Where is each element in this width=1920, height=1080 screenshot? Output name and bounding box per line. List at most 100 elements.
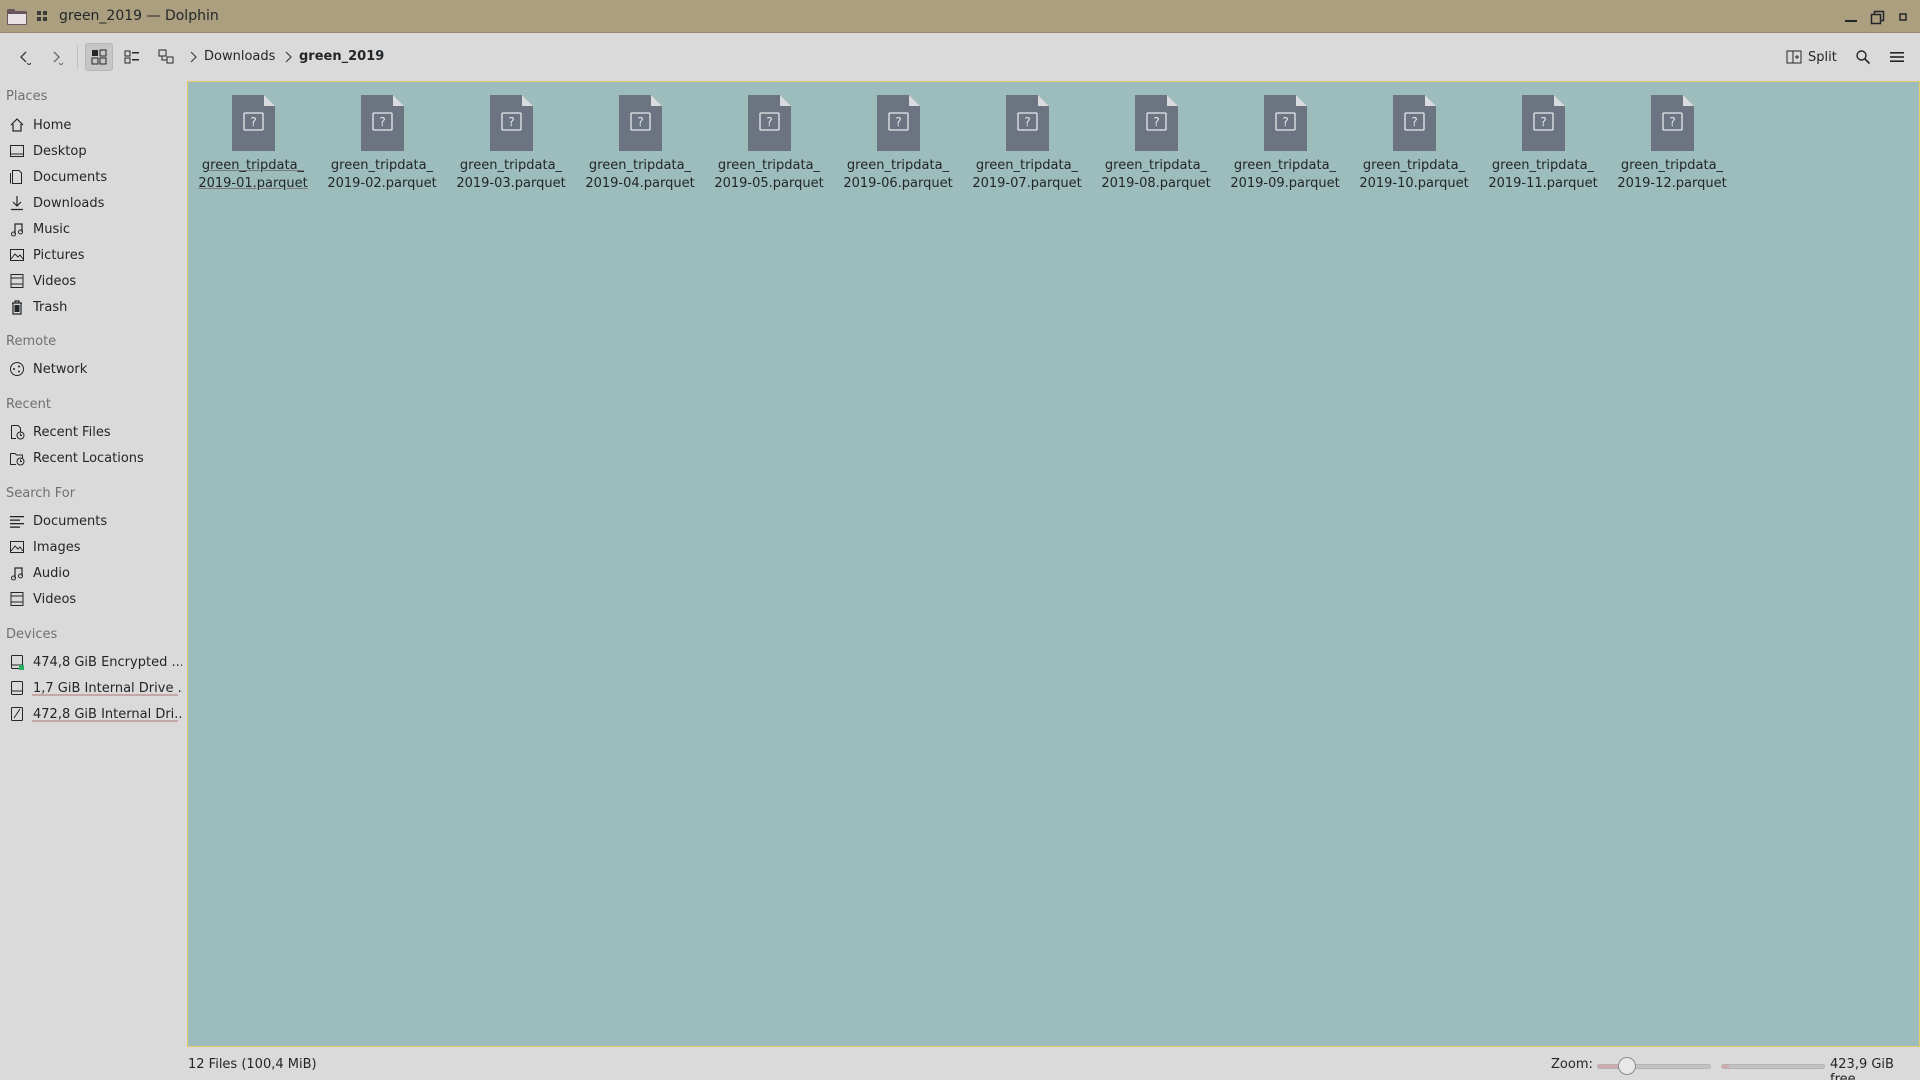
icons-view-button[interactable]	[85, 43, 113, 71]
section-heading-places: Places	[6, 89, 48, 104]
sidebar-item-recent-locations[interactable]: Recent Locations	[2, 446, 182, 470]
home-icon	[10, 118, 24, 132]
zoom-slider-handle[interactable]	[1617, 1057, 1636, 1075]
forward-button[interactable]	[42, 43, 70, 71]
unknown-file-icon: ?	[748, 95, 791, 151]
sidebar-item-device-internal-2[interactable]: 472,8 GiB Internal Dri...	[2, 702, 182, 726]
documents-icon	[10, 170, 22, 184]
downloads-icon	[11, 196, 23, 211]
desktop-icon	[10, 145, 24, 157]
compact-view-button[interactable]	[118, 43, 146, 71]
sidebar-item-label: Documents	[33, 169, 108, 185]
file-name: green_tripdata_ 2019-11.parquet	[1488, 158, 1598, 191]
app-menu-icon[interactable]	[36, 10, 49, 23]
sidebar-item-device-internal-1[interactable]: 1,7 GiB Internal Drive ...	[2, 676, 182, 700]
sidebar-item-label: Network	[33, 361, 88, 377]
trash-icon	[12, 300, 22, 315]
sidebar-item-network[interactable]: Network	[2, 357, 182, 381]
svg-text:?: ?	[1540, 115, 1546, 129]
sidebar-item-recent-files[interactable]: Recent Files	[2, 420, 182, 444]
search-images-icon	[10, 541, 24, 553]
svg-text:?: ?	[508, 115, 514, 129]
file-item[interactable]: ? green_tripdata_ 2019-04.parquet	[582, 94, 698, 194]
sidebar-item-label: Home	[33, 117, 72, 133]
sidebar-item-label: Documents	[33, 513, 108, 529]
breadcrumb-current[interactable]: green_2019	[299, 49, 384, 64]
unknown-file-icon: ?	[1264, 95, 1307, 151]
zoom-slider[interactable]	[1597, 1064, 1711, 1069]
unknown-file-icon: ?	[232, 95, 275, 151]
videos-icon	[10, 274, 24, 288]
file-name: green_tripdata_ 2019-08.parquet	[1101, 158, 1211, 191]
sidebar-item-desktop[interactable]: Desktop	[2, 139, 182, 163]
sidebar-item-trash[interactable]: Trash	[2, 295, 182, 319]
sidebar-item-label: Images	[33, 539, 81, 555]
file-item[interactable]: ? green_tripdata_ 2019-03.parquet	[453, 94, 569, 194]
sidebar-item-videos[interactable]: Videos	[2, 269, 182, 293]
section-heading-remote: Remote	[6, 334, 57, 349]
toolbar: Downloads green_2019 Split	[0, 34, 1920, 80]
internal-drive-icon	[11, 681, 23, 695]
back-button[interactable]	[10, 43, 38, 71]
file-item[interactable]: ? green_tripdata_ 2019-02.parquet	[324, 94, 440, 194]
sidebar-item-pictures[interactable]: Pictures	[2, 243, 182, 267]
device-usage-bar	[32, 720, 178, 722]
places-panel: Places Home Desktop Documents Downloads …	[0, 81, 186, 1046]
unknown-file-icon: ?	[1522, 95, 1565, 151]
sidebar-item-search-images[interactable]: Images	[2, 535, 182, 559]
file-item[interactable]: ? green_tripdata_ 2019-06.parquet	[840, 94, 956, 194]
search-documents-icon	[10, 516, 24, 528]
device-usage-bar	[32, 694, 178, 696]
file-item[interactable]: ? green_tripdata_ 2019-01.parquet	[195, 94, 311, 194]
file-item[interactable]: ? green_tripdata_ 2019-11.parquet	[1485, 94, 1601, 194]
compact-view-icon	[124, 50, 139, 64]
recent-locations-icon	[10, 453, 25, 466]
sidebar-item-label: Desktop	[33, 143, 87, 159]
close-icon[interactable]	[1894, 8, 1912, 26]
file-name: green_tripdata_ 2019-02.parquet	[327, 158, 437, 191]
sidebar-item-search-videos[interactable]: Videos	[2, 587, 182, 611]
sidebar-item-label: 474,8 GiB Encrypted ...	[33, 654, 182, 670]
minimize-icon[interactable]	[1842, 8, 1860, 26]
sidebar-item-music[interactable]: Music	[2, 217, 182, 241]
split-button[interactable]: Split	[1782, 43, 1842, 71]
split-view-icon	[1786, 50, 1802, 64]
file-name: green_tripdata_ 2019-07.parquet	[972, 158, 1082, 191]
sidebar-item-search-documents[interactable]: Documents	[2, 509, 182, 533]
search-button[interactable]	[1849, 43, 1877, 71]
sidebar-item-documents[interactable]: Documents	[2, 165, 182, 189]
file-name: green_tripdata_ 2019-03.parquet	[456, 158, 566, 191]
sidebar-item-home[interactable]: Home	[2, 113, 182, 137]
file-view[interactable]: ? green_tripdata_ 2019-01.parquet? green_t…	[187, 81, 1920, 1047]
svg-text:?: ?	[637, 115, 643, 129]
file-item[interactable]: ? green_tripdata_ 2019-07.parquet	[969, 94, 1085, 194]
file-item[interactable]: ? green_tripdata_ 2019-05.parquet	[711, 94, 827, 194]
free-space-bar	[1721, 1064, 1825, 1069]
file-item[interactable]: ? green_tripdata_ 2019-09.parquet	[1227, 94, 1343, 194]
title-bar: green_2019 — Dolphin	[0, 0, 1920, 33]
music-icon	[11, 223, 23, 237]
details-view-icon	[158, 49, 174, 64]
unknown-file-icon: ?	[1006, 95, 1049, 151]
sidebar-item-device-encrypted[interactable]: 474,8 GiB Encrypted ...	[2, 650, 182, 674]
search-videos-icon	[10, 592, 24, 606]
restore-icon[interactable]	[1868, 8, 1886, 26]
breadcrumb-downloads[interactable]: Downloads	[204, 49, 275, 64]
file-item[interactable]: ? green_tripdata_ 2019-08.parquet	[1098, 94, 1214, 194]
svg-text:?: ?	[766, 115, 772, 129]
unknown-file-icon: ?	[361, 95, 404, 151]
hamburger-menu-button[interactable]	[1883, 43, 1911, 71]
file-name: green_tripdata_ 2019-12.parquet	[1617, 158, 1727, 191]
zoom-label: Zoom:	[1551, 1057, 1593, 1072]
details-view-button[interactable]	[152, 43, 180, 71]
unknown-file-icon: ?	[490, 95, 533, 151]
svg-text:?: ?	[250, 115, 256, 129]
back-arrow-icon	[20, 51, 32, 65]
file-item[interactable]: ? green_tripdata_ 2019-12.parquet	[1614, 94, 1730, 194]
sidebar-item-downloads[interactable]: Downloads	[2, 191, 182, 215]
split-label: Split	[1808, 49, 1837, 65]
file-name: green_tripdata_ 2019-05.parquet	[714, 158, 824, 191]
file-item[interactable]: ? green_tripdata_ 2019-10.parquet	[1356, 94, 1472, 194]
sidebar-item-search-audio[interactable]: Audio	[2, 561, 182, 585]
internal-drive-icon	[11, 707, 23, 721]
